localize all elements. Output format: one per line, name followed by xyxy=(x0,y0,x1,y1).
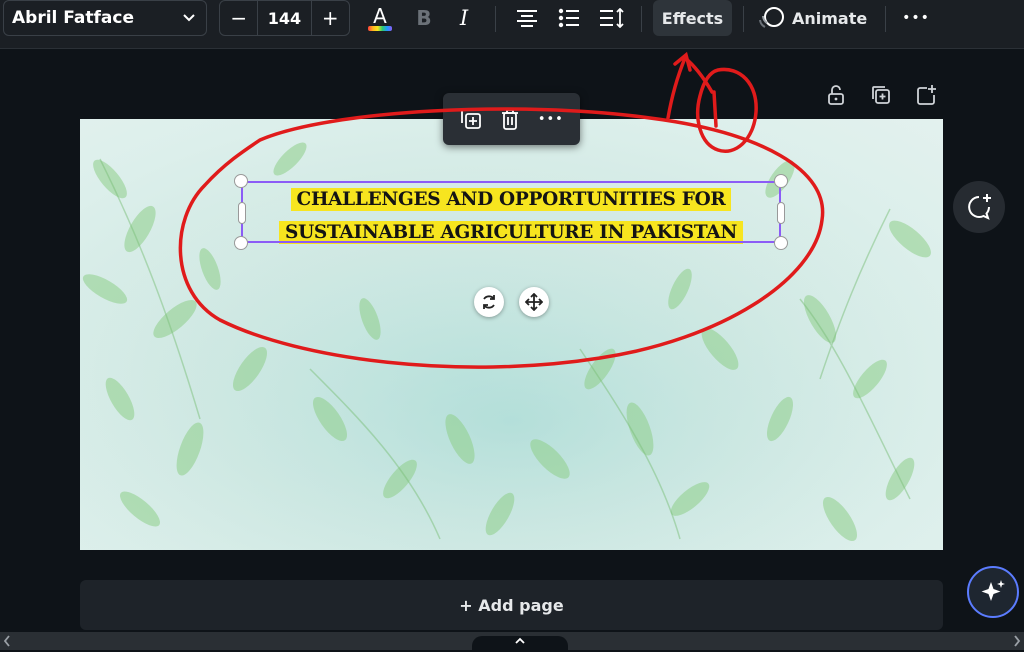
magic-assistant-button[interactable] xyxy=(967,566,1019,618)
animate-label: Animate xyxy=(792,8,868,28)
element-floating-toolbar: ••• xyxy=(443,93,580,145)
animate-icon xyxy=(759,7,784,28)
copy-icon[interactable] xyxy=(459,107,483,131)
text-color-icon: A xyxy=(373,3,387,28)
resize-handle-bottom-right[interactable] xyxy=(774,236,788,250)
bold-icon: B xyxy=(416,6,432,30)
headline-text[interactable]: CHALLENGES AND OPPORTUNITIES FOR SUSTAIN… xyxy=(255,183,767,245)
increase-font-size-button[interactable]: + xyxy=(312,1,349,35)
font-size-value[interactable]: 144 xyxy=(257,1,312,35)
scroll-left-icon[interactable] xyxy=(2,634,12,648)
more-icon: ••• xyxy=(902,10,930,26)
font-size-control: − 144 + xyxy=(219,0,350,36)
italic-icon: I xyxy=(459,6,469,30)
lock-icon[interactable] xyxy=(825,84,847,106)
move-button[interactable] xyxy=(519,287,549,317)
resize-handle-right[interactable] xyxy=(777,202,785,224)
align-button[interactable] xyxy=(514,3,540,33)
headline-line-2: SUSTAINABLE AGRICULTURE IN PAKISTAN xyxy=(279,221,743,244)
toolbar-divider xyxy=(495,6,496,32)
trash-icon[interactable] xyxy=(499,107,521,131)
resize-handle-top-left[interactable] xyxy=(234,174,248,188)
text-toolbar: Abril Fatface − 144 + A B I Effects Anim… xyxy=(0,0,1024,49)
resize-handle-top-right[interactable] xyxy=(774,174,788,188)
decrease-font-size-button[interactable]: − xyxy=(220,1,257,35)
scroll-right-icon[interactable] xyxy=(1012,634,1022,648)
magic-sparkle-icon xyxy=(981,580,1005,601)
more-icon[interactable]: ••• xyxy=(538,112,564,127)
font-family-value: Abril Fatface xyxy=(12,8,134,28)
bold-button[interactable]: B xyxy=(412,3,436,33)
more-options-button[interactable]: ••• xyxy=(900,3,932,33)
text-color-button[interactable]: A xyxy=(366,3,394,33)
rotate-icon xyxy=(483,295,495,309)
chevron-down-icon xyxy=(183,14,195,22)
headline-line-1: CHALLENGES AND OPPORTUNITIES FOR xyxy=(290,188,732,211)
toolbar-divider xyxy=(885,6,886,32)
rotate-button[interactable] xyxy=(474,287,504,317)
list-icon xyxy=(558,8,579,28)
add-page-icon[interactable] xyxy=(915,84,937,106)
toolbar-divider xyxy=(641,6,642,32)
list-button[interactable] xyxy=(556,3,582,33)
italic-button[interactable]: I xyxy=(452,3,476,33)
font-family-select[interactable]: Abril Fatface xyxy=(3,0,207,36)
effects-button[interactable]: Effects xyxy=(653,0,732,36)
add-page-button[interactable]: + Add page xyxy=(80,580,943,630)
chevron-up-icon xyxy=(515,637,525,644)
duplicate-page-icon[interactable] xyxy=(870,84,892,106)
color-rainbow-bar xyxy=(368,25,392,31)
animate-button[interactable]: Animate xyxy=(759,0,869,36)
move-icon xyxy=(525,293,543,311)
annotation-arrow xyxy=(666,51,714,120)
align-center-icon xyxy=(517,10,537,27)
resize-handle-bottom-left[interactable] xyxy=(234,236,248,250)
resize-handle-left[interactable] xyxy=(238,202,246,224)
add-comment-button[interactable] xyxy=(953,181,1005,233)
line-spacing-icon xyxy=(600,8,624,28)
toolbar-divider xyxy=(743,6,744,32)
comment-add-icon xyxy=(968,194,991,220)
spacing-button[interactable] xyxy=(598,3,626,33)
